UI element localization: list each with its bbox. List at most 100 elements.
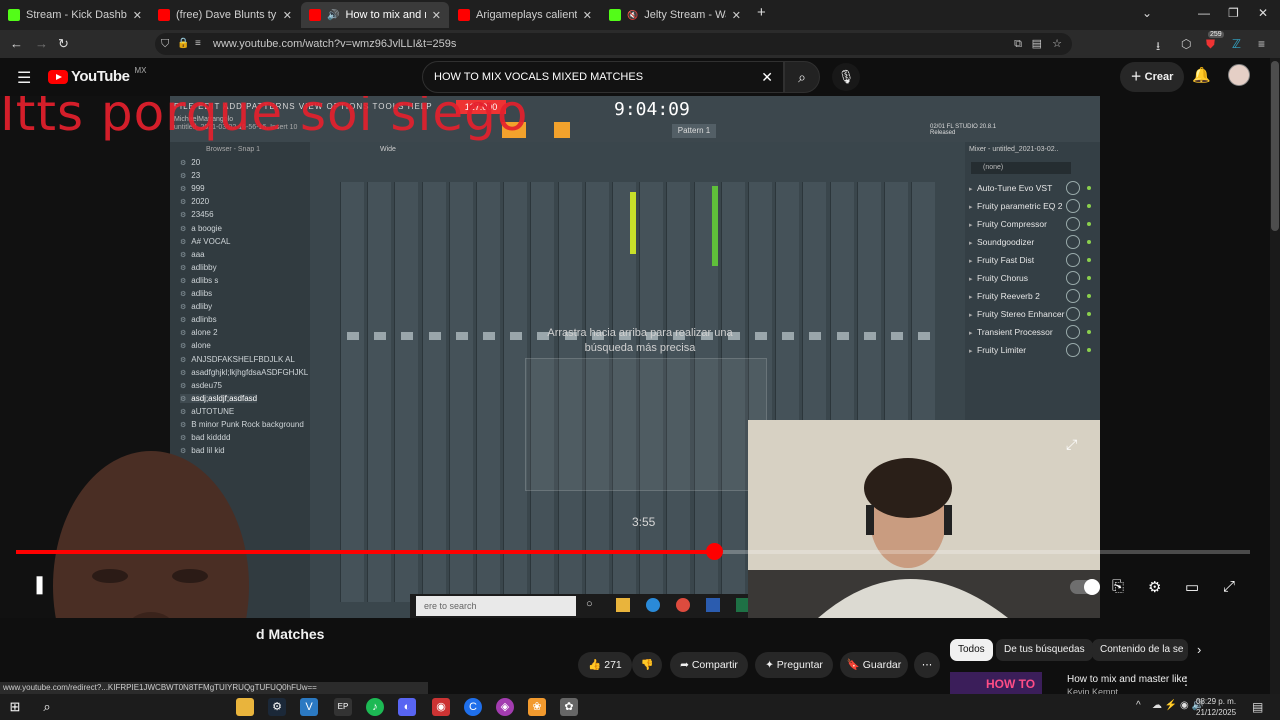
search-value: HOW TO MIX VOCALS MIXED MATCHES: [434, 71, 644, 83]
chip-channel-content[interactable]: Contenido de la se: [1092, 639, 1188, 661]
back-arrow-icon[interactable]: ←: [10, 36, 23, 51]
notifications-icon[interactable]: ▤: [1252, 700, 1263, 714]
fl-effect-name: Fruity Reeverb 2: [977, 291, 1040, 301]
mute-icon[interactable]: 🔇: [627, 10, 638, 21]
fullscreen-icon[interactable]: ⤢: [1223, 578, 1235, 595]
translate-icon[interactable]: ℤ: [1232, 37, 1241, 51]
chevron-right-icon[interactable]: ›: [1197, 642, 1201, 657]
more-vert-icon[interactable]: ⋮: [1180, 674, 1192, 688]
spotify-icon[interactable]: ♪: [366, 698, 384, 716]
download-icon[interactable]: ⭳: [1156, 37, 1160, 58]
file-explorer-icon[interactable]: [236, 698, 254, 716]
tray-chevron-icon[interactable]: ^: [1136, 700, 1141, 711]
voice-search-button[interactable]: 🎙: [832, 63, 860, 91]
reload-icon[interactable]: ↻: [58, 36, 69, 52]
bookmark-star-icon[interactable]: ☆: [1052, 33, 1062, 55]
settings-gear-icon[interactable]: ⚙: [1148, 578, 1161, 596]
video-progress-bar[interactable]: [16, 543, 1250, 560]
fl-browser-item: aUTOTUNE: [180, 407, 234, 416]
close-tab-icon[interactable]: ✕: [432, 9, 441, 22]
youtube-logo[interactable]: YouTube MX: [48, 66, 146, 85]
share-label: Compartir: [691, 659, 738, 671]
dislike-button[interactable]: 👎: [632, 652, 662, 678]
fl-browser-item: 23456: [180, 210, 213, 219]
close-tab-icon[interactable]: ✕: [583, 9, 592, 22]
close-tab-icon[interactable]: ✕: [133, 9, 142, 22]
page-scrollbar[interactable]: [1270, 58, 1280, 698]
site-settings-icon[interactable]: ≡: [195, 33, 201, 55]
subtitles-icon[interactable]: ⎘: [1112, 578, 1124, 595]
picture-in-picture-icon[interactable]: ⧉: [1014, 33, 1022, 55]
play-pause-button[interactable]: ❚: [32, 574, 47, 595]
tab-jelty-stream[interactable]: 🔇 Jelty Stream - Watch Live o ✕: [601, 2, 749, 28]
knob-icon: [1066, 307, 1080, 321]
search-input[interactable]: HOW TO MIX VOCALS MIXED MATCHES ✕: [422, 61, 784, 93]
misc-app-icon[interactable]: ✿: [560, 698, 578, 716]
reader-mode-icon[interactable]: ▤: [1032, 33, 1042, 55]
tab-list-chevron-icon[interactable]: ⌄: [1142, 6, 1152, 20]
search-button[interactable]: ⌕: [784, 61, 820, 93]
discord-icon[interactable]: ◐: [398, 698, 416, 716]
browser-icon[interactable]: ◈: [496, 698, 514, 716]
notifications-bell-icon[interactable]: 🔔: [1192, 66, 1211, 84]
fl-studio-taskbar-icon[interactable]: ❀: [528, 698, 546, 716]
fl-mixer-fx-panel: Mixer - untitled_2021-03-02.. (none) ▸ Au…: [965, 142, 1100, 432]
menu-icon[interactable]: ≡: [1258, 37, 1265, 51]
ublock-icon[interactable]: ⛊: [1206, 37, 1215, 52]
logo-wordmark: YouTube: [71, 68, 130, 85]
knob-icon: [1066, 271, 1080, 285]
windows-start-icon[interactable]: ⊞: [6, 698, 24, 716]
tab-dave-blunts[interactable]: (free) Dave Blunts type beat 20… ✕: [150, 2, 300, 28]
hamburger-menu-icon[interactable]: ☰: [17, 68, 31, 88]
fl-fader: [483, 332, 495, 340]
close-window-button[interactable]: ✕: [1258, 6, 1268, 20]
ccleaner-icon[interactable]: C: [464, 698, 482, 716]
lock-icon[interactable]: 🔒: [177, 33, 189, 55]
tab-how-to-mix[interactable]: 🔊 How to mix and master like ✕: [301, 2, 449, 28]
like-button[interactable]: 👍 271: [578, 652, 632, 678]
led-icon: [1087, 240, 1091, 244]
extensions-icon[interactable]: ⬡: [1181, 37, 1191, 51]
tab-kick-dashboard[interactable]: Stream - Kick Dashboard ✕: [0, 2, 150, 28]
chip-from-searches[interactable]: De tus búsquedas: [996, 639, 1093, 661]
forward-arrow-icon[interactable]: →: [35, 36, 48, 51]
theater-mode-icon[interactable]: ▭: [1185, 578, 1199, 596]
ask-button[interactable]: ✦ Preguntar: [755, 652, 833, 678]
fl-effect-slot: ▸ Fruity Compressor: [969, 216, 1094, 234]
blender-icon[interactable]: ◉: [432, 698, 450, 716]
fl-browser-item: adlibs: [180, 289, 212, 298]
share-button[interactable]: ➦ Compartir: [670, 652, 748, 678]
vscode-icon[interactable]: V: [300, 698, 318, 716]
steam-icon[interactable]: ⚙: [268, 698, 286, 716]
expand-pip-icon[interactable]: ⤢: [1066, 436, 1077, 453]
progress-played: [16, 550, 715, 554]
autoplay-toggle[interactable]: [1070, 579, 1100, 595]
speaker-icon[interactable]: 🔊: [327, 10, 339, 21]
create-button[interactable]: ＋ Crear: [1120, 62, 1184, 92]
clear-search-icon[interactable]: ✕: [761, 62, 773, 92]
related-title: How to mix and master like: [1067, 674, 1188, 685]
scrollbar-thumb[interactable]: [1271, 61, 1279, 231]
system-clock[interactable]: 08:29 p. m. 21/12/2025: [1196, 696, 1236, 718]
fl-effect-name: Fruity parametric EQ 2: [977, 201, 1063, 211]
shield-icon[interactable]: ⛉: [161, 33, 169, 55]
led-icon: [1087, 186, 1091, 190]
video-taskbar-search: ere to search: [416, 596, 576, 616]
address-input[interactable]: ⛉ 🔒 ≡ www.youtube.com/watch?v=wmz96JvlLL…: [155, 33, 1072, 55]
chip-all[interactable]: Todos: [950, 639, 993, 661]
close-tab-icon[interactable]: ✕: [283, 9, 292, 22]
triangle-icon: ▸: [969, 348, 973, 355]
tab-arigameplays[interactable]: Arigameplays caliente - YouTub ✕: [450, 2, 600, 28]
epic-games-icon[interactable]: EP: [334, 698, 352, 716]
restore-button[interactable]: ❐: [1228, 6, 1239, 20]
save-button[interactable]: 🔖 Guardar: [840, 652, 908, 678]
minimize-button[interactable]: —: [1198, 6, 1210, 20]
video-player[interactable]: FILE EDIT ADD PATTERNS VIEW OPTIONS TOOL…: [0, 96, 1100, 618]
search-icon[interactable]: ⌕: [38, 698, 56, 716]
like-count: 271: [604, 659, 622, 671]
fl-version-line: Released: [930, 130, 956, 136]
close-tab-icon[interactable]: ✕: [732, 9, 741, 22]
more-actions-button[interactable]: ⋯: [914, 652, 940, 678]
new-tab-button[interactable]: +: [757, 4, 766, 21]
avatar[interactable]: [1228, 64, 1250, 86]
